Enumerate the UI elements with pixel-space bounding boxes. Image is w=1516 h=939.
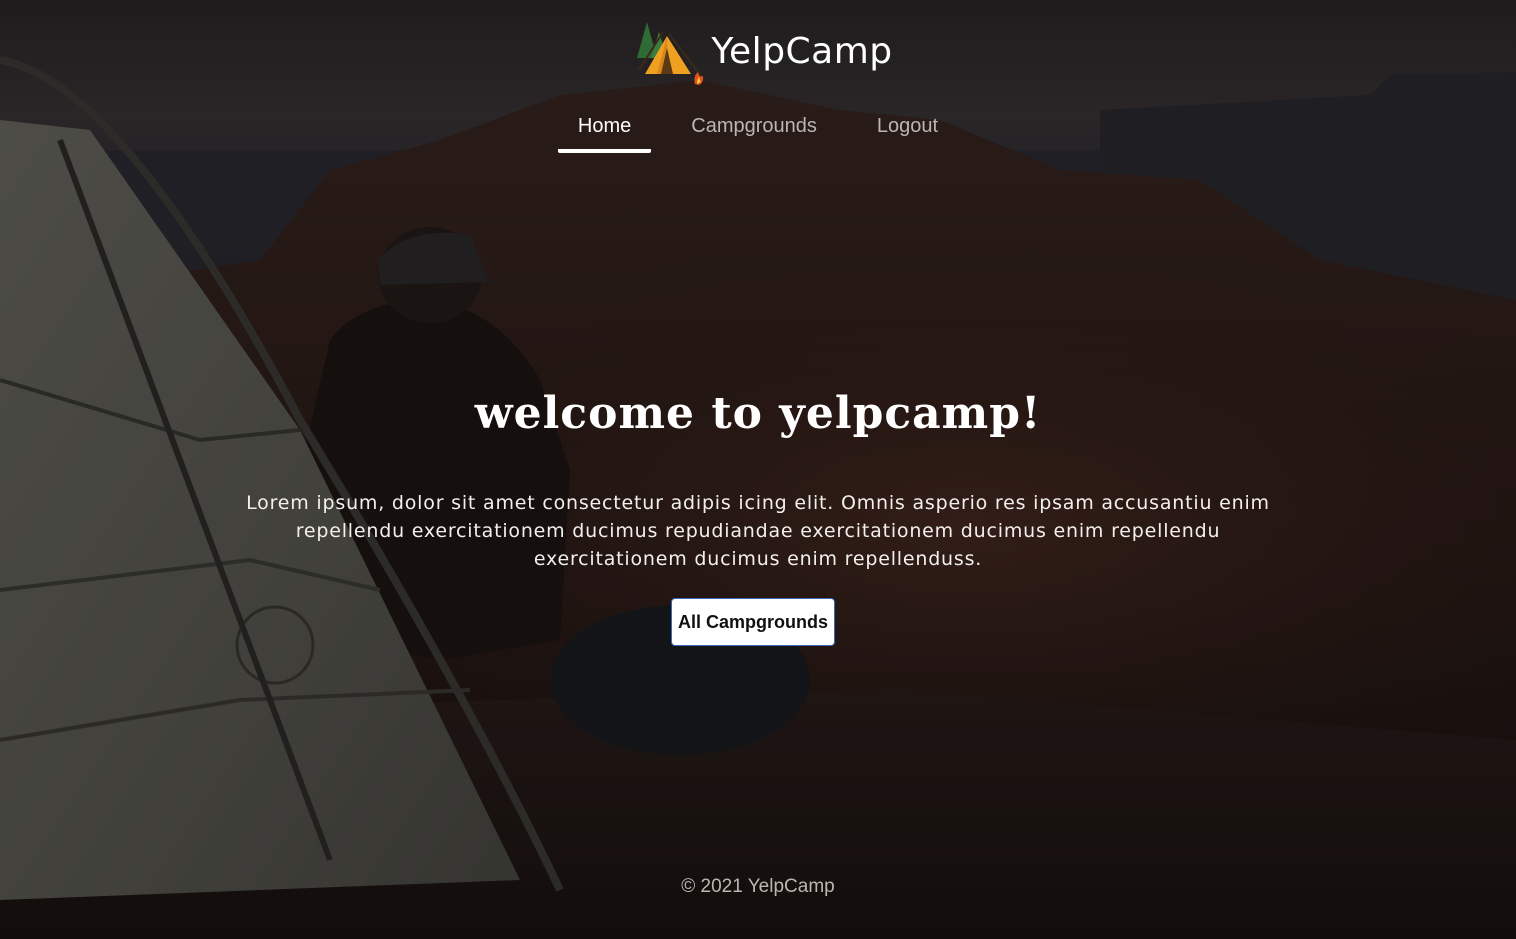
nav-home[interactable]: Home xyxy=(557,110,652,153)
main-nav: Home Campgrounds Logout xyxy=(0,110,1516,153)
hero-description: Lorem ipsum, dolor sit amet consectetur … xyxy=(246,492,1270,570)
all-campgrounds-button[interactable]: All Campgrounds xyxy=(671,598,835,646)
nav-campgrounds[interactable]: Campgrounds xyxy=(671,110,837,151)
nav-logout[interactable]: Logout xyxy=(857,110,958,151)
brand[interactable]: YelpCamp xyxy=(633,18,892,88)
header: YelpCamp xyxy=(0,18,1516,88)
camping-tent-icon xyxy=(637,22,705,85)
brand-title: YelpCamp xyxy=(711,30,893,72)
landing-page: YelpCamp Home Campgrounds Logout welcome… xyxy=(0,0,1516,939)
hero-title: welcome to yelpcamp! xyxy=(474,388,1042,439)
footer-copyright: © 2021 YelpCamp xyxy=(681,876,835,897)
